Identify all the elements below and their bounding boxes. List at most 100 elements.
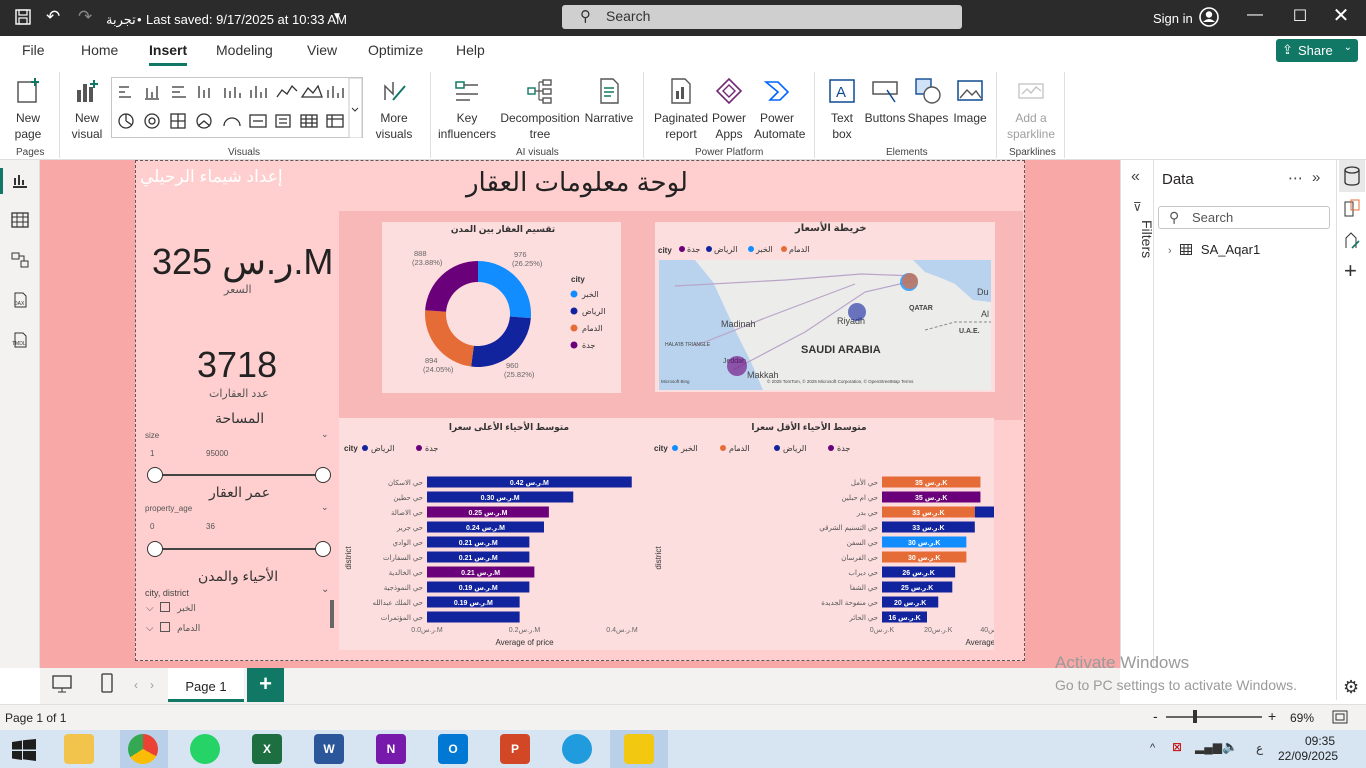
map-svg[interactable]: city جدة الرياض الخبر الدمام Madinah Riy…	[655, 222, 995, 392]
tab-view[interactable]: View	[307, 42, 337, 58]
tray-overflow-icon[interactable]: ^	[1150, 742, 1155, 754]
fit-to-page-icon[interactable]	[1332, 710, 1348, 724]
data-icon[interactable]	[1343, 166, 1361, 186]
save-status[interactable]: Last saved: 9/17/2025 at 10:33 AM	[146, 12, 347, 27]
area-slider-min-handle[interactable]	[147, 467, 163, 483]
clock-time[interactable]: 09:35	[1305, 734, 1335, 748]
format-visual-icon[interactable]	[1343, 198, 1361, 218]
more-options-icon[interactable]: ⋯	[1288, 169, 1303, 187]
chevron-left-icon[interactable]: «	[1131, 168, 1140, 186]
shapes-button[interactable]: Shapes	[906, 76, 950, 126]
area-slider-max-handle[interactable]	[315, 467, 331, 483]
minimize-icon[interactable]: —	[1240, 6, 1270, 24]
narrative-button[interactable]: Narrative	[584, 76, 634, 126]
file-explorer-icon[interactable]	[64, 734, 94, 764]
power-bi-icon[interactable]	[624, 734, 654, 764]
checkbox[interactable]	[160, 622, 171, 632]
slicer-scrollbar[interactable]	[330, 600, 334, 628]
word-icon[interactable]: W	[314, 734, 344, 764]
chevron-down-icon[interactable]: ⌄	[321, 502, 329, 513]
tab-optimize[interactable]: Optimize	[368, 42, 423, 58]
power-apps-button[interactable]: Power Apps	[710, 76, 748, 142]
visual-type-icons[interactable]	[112, 77, 363, 139]
zoom-slider[interactable]	[1166, 716, 1262, 718]
age-min-input[interactable]: 0	[150, 522, 154, 531]
desktop-layout-icon[interactable]	[52, 675, 72, 693]
text-box-button[interactable]: A Text box	[822, 76, 862, 142]
chevron-right-icon[interactable]: ›	[1168, 245, 1172, 257]
table-view-icon[interactable]	[11, 212, 29, 228]
paginated-report-button[interactable]: Paginated report	[650, 76, 712, 142]
bar-chart-highest[interactable]: متوسط الأحياء الأعلى سعرا city الرياض جدة di…	[339, 418, 649, 650]
sign-in-link[interactable]: Sign in	[1153, 11, 1193, 26]
scroll-right-icon[interactable]: ›	[150, 678, 154, 692]
zoom-out-button[interactable]: -	[1153, 708, 1158, 724]
new-page-button[interactable]: New page	[6, 76, 50, 142]
maximize-icon[interactable]: ☐	[1285, 6, 1315, 26]
age-slider-track[interactable]	[156, 548, 324, 550]
tab-file[interactable]: File	[22, 42, 45, 58]
zoom-in-button[interactable]: +	[1268, 708, 1276, 724]
bar-chart-lowest[interactable]: متوسط الأحياء الأقل سعرا city الخبر الدمام ا…	[649, 418, 994, 650]
donut-chart-panel[interactable]: تقسيم العقار بين المدن 976 (26.25%) 960 (25.…	[382, 222, 621, 393]
list-item[interactable]: ⌵ الخبر	[146, 602, 196, 614]
share-button[interactable]: ⇪ Share ⌄	[1276, 39, 1358, 62]
redo-icon[interactable]: ↷	[78, 7, 92, 27]
collapse-pane-icon[interactable]: »	[1312, 169, 1320, 186]
visuals-gallery[interactable]	[111, 77, 363, 139]
chevron-down-icon[interactable]: ▼	[332, 11, 342, 22]
map-panel[interactable]: خريطة الأسعار city جدة الرياض الخبر الدم…	[655, 222, 995, 392]
mobile-layout-icon[interactable]	[100, 673, 114, 693]
age-slider-max-handle[interactable]	[315, 541, 331, 557]
add-pane-icon[interactable]: +	[1344, 258, 1357, 284]
excel-icon[interactable]: X	[252, 734, 282, 764]
buttons-button[interactable]: Buttons	[863, 76, 907, 126]
list-item[interactable]: ⌵ الدمام	[146, 622, 200, 634]
model-view-icon[interactable]	[11, 252, 29, 268]
data-search-input[interactable]: ⚲ Search	[1158, 206, 1330, 229]
powerpoint-icon[interactable]: P	[500, 734, 530, 764]
tab-home[interactable]: Home	[81, 42, 118, 58]
age-max-input[interactable]: 36	[206, 522, 215, 531]
zoom-slider-handle[interactable]	[1193, 710, 1197, 723]
dax-query-icon[interactable]: DAX	[11, 292, 29, 308]
checkbox[interactable]	[160, 602, 171, 612]
tab-help[interactable]: Help	[456, 42, 485, 58]
table-item[interactable]: › SA_Aqar1	[1168, 242, 1260, 257]
settings-icon[interactable]: ⚙	[1343, 677, 1359, 698]
tab-modeling[interactable]: Modeling	[216, 42, 273, 58]
new-visual-button[interactable]: New visual	[66, 76, 108, 142]
image-button[interactable]: Image	[950, 76, 990, 126]
save-icon[interactable]	[14, 8, 32, 29]
key-influencers-button[interactable]: Key influencers	[436, 76, 498, 142]
tab-page-1[interactable]: Page 1	[168, 668, 244, 702]
clock-date[interactable]: 22/09/2025	[1278, 749, 1338, 763]
volume-icon[interactable]: 🔈	[1222, 739, 1238, 755]
edge-icon[interactable]	[562, 734, 592, 764]
whatsapp-icon[interactable]	[190, 734, 220, 764]
close-icon[interactable]: ✕	[1326, 3, 1356, 28]
chevron-down-icon[interactable]: ⌄	[321, 584, 329, 595]
signal-icon[interactable]: ▂▄▆	[1195, 740, 1222, 754]
age-slider-min-handle[interactable]	[147, 541, 163, 557]
onenote-icon[interactable]: N	[376, 734, 406, 764]
tmdl-view-icon[interactable]: TMDL	[11, 332, 29, 348]
filters-pane-collapsed[interactable]: « ⊽ Filters	[1120, 160, 1155, 668]
donut-chart[interactable]: تقسيم العقار بين المدن 976(26.25%) 960(25.…	[382, 222, 621, 393]
title-search-input[interactable]: ⚲ Search	[562, 5, 962, 29]
chrome-icon[interactable]	[128, 734, 158, 764]
windows-start-icon[interactable]	[12, 739, 36, 761]
input-language[interactable]: ع	[1256, 741, 1263, 755]
outlook-icon[interactable]: O	[438, 734, 468, 764]
undo-icon[interactable]: ↶	[46, 7, 60, 27]
report-view-icon[interactable]	[11, 172, 29, 188]
area-min-input[interactable]: 1	[150, 449, 154, 458]
add-page-button[interactable]: +	[247, 668, 284, 702]
network-icon[interactable]: ⊠	[1172, 740, 1182, 754]
tab-insert[interactable]: Insert	[149, 42, 188, 66]
account-icon[interactable]	[1198, 6, 1220, 31]
area-slider-track[interactable]	[156, 474, 324, 476]
power-automate-button[interactable]: Power Automate	[754, 76, 805, 142]
add-sparkline-button[interactable]: Add a sparkline	[1004, 76, 1058, 142]
more-visuals-button[interactable]: More visuals	[369, 76, 419, 142]
